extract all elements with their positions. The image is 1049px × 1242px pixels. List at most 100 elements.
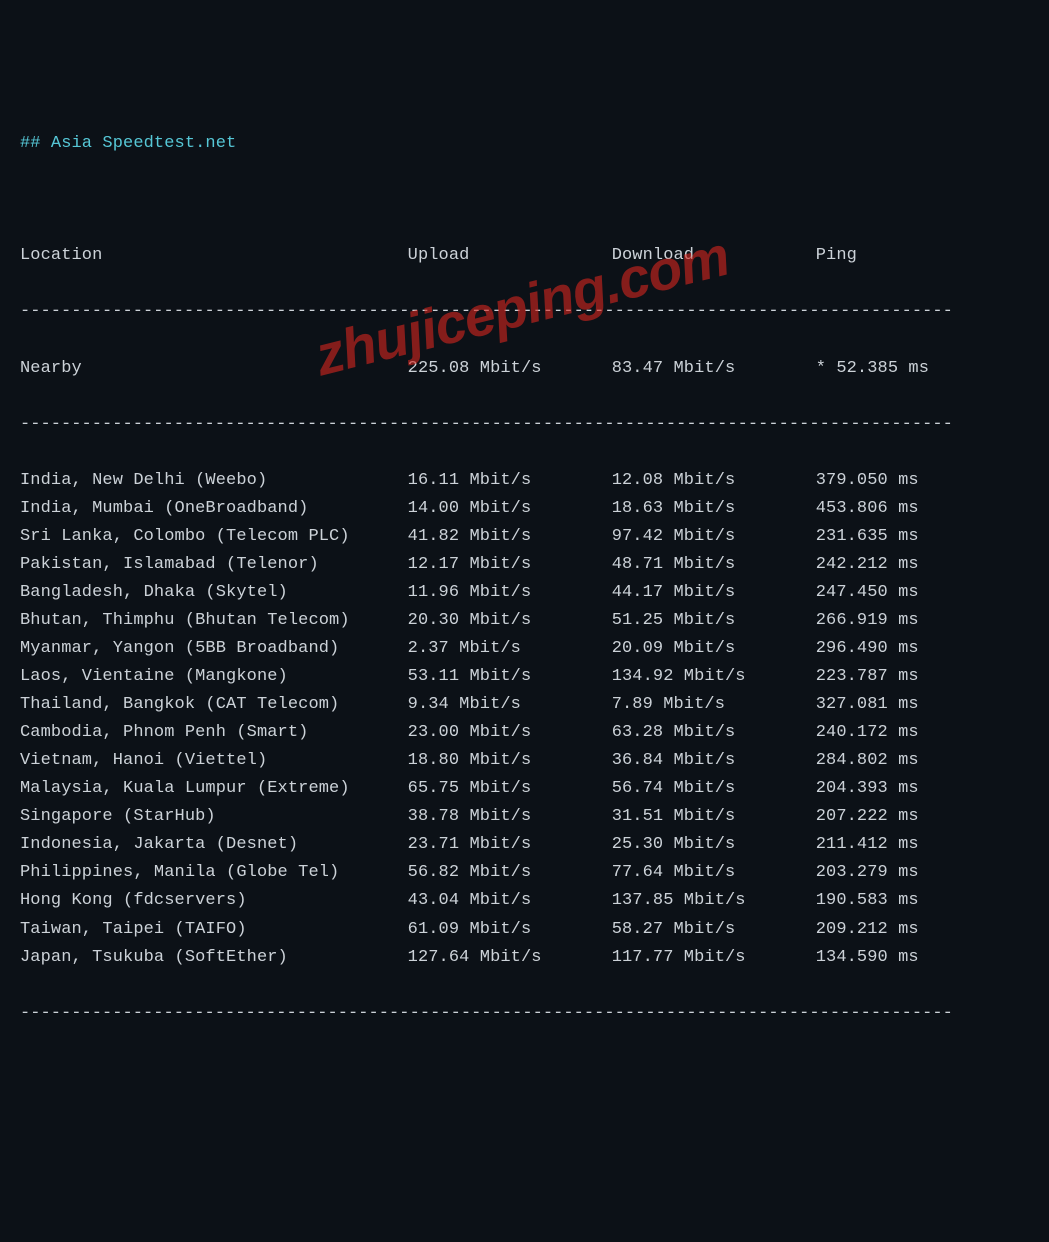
table-row: Malaysia, Kuala Lumpur (Extreme)65.75 Mb… xyxy=(20,775,1029,803)
cell-download: 31.51 Mbit/s xyxy=(612,803,816,831)
cell-download: 51.25 Mbit/s xyxy=(612,607,816,635)
cell-location: Vietnam, Hanoi (Viettel) xyxy=(20,747,408,775)
cell-ping: 223.787 ms xyxy=(816,663,959,691)
cell-download: 134.92 Mbit/s xyxy=(612,663,816,691)
divider: ----------------------------------------… xyxy=(20,1000,1029,1028)
cell-download: 44.17 Mbit/s xyxy=(612,579,816,607)
cell-location: India, New Delhi (Weebo) xyxy=(20,467,408,495)
cell-download: 48.71 Mbit/s xyxy=(612,551,816,579)
cell-download: 25.30 Mbit/s xyxy=(612,831,816,859)
cell-ping: 209.212 ms xyxy=(816,916,959,944)
header-row: LocationUploadDownloadPing xyxy=(20,242,1029,270)
cell-upload: 23.00 Mbit/s xyxy=(408,719,612,747)
cell-download: 18.63 Mbit/s xyxy=(612,495,816,523)
table-row: Japan, Tsukuba (SoftEther)127.64 Mbit/s1… xyxy=(20,944,1029,972)
table-row: Thailand, Bangkok (CAT Telecom)9.34 Mbit… xyxy=(20,691,1029,719)
divider: ----------------------------------------… xyxy=(20,411,1029,439)
cell-download: 56.74 Mbit/s xyxy=(612,775,816,803)
cell-download: 7.89 Mbit/s xyxy=(612,691,816,719)
nearby-download: 83.47 Mbit/s xyxy=(612,355,816,383)
cell-location: Thailand, Bangkok (CAT Telecom) xyxy=(20,691,408,719)
cell-ping: 327.081 ms xyxy=(816,691,959,719)
table-row: Taiwan, Taipei (TAIFO)61.09 Mbit/s58.27 … xyxy=(20,916,1029,944)
title: ## Asia Speedtest.net xyxy=(20,130,1029,158)
cell-upload: 12.17 Mbit/s xyxy=(408,551,612,579)
cell-upload: 16.11 Mbit/s xyxy=(408,467,612,495)
cell-ping: 296.490 ms xyxy=(816,635,959,663)
nearby-location: Nearby xyxy=(20,355,408,383)
cell-upload: 127.64 Mbit/s xyxy=(408,944,612,972)
results-list: India, New Delhi (Weebo)16.11 Mbit/s12.0… xyxy=(20,467,1029,972)
cell-location: Bangladesh, Dhaka (Skytel) xyxy=(20,579,408,607)
table-row: Hong Kong (fdcservers)43.04 Mbit/s137.85… xyxy=(20,887,1029,915)
cell-ping: 134.590 ms xyxy=(816,944,959,972)
cell-upload: 38.78 Mbit/s xyxy=(408,803,612,831)
cell-ping: 242.212 ms xyxy=(816,551,959,579)
cell-download: 77.64 Mbit/s xyxy=(612,859,816,887)
cell-location: Sri Lanka, Colombo (Telecom PLC) xyxy=(20,523,408,551)
cell-ping: 203.279 ms xyxy=(816,859,959,887)
header-download: Download xyxy=(612,242,816,270)
cell-location: Taiwan, Taipei (TAIFO) xyxy=(20,916,408,944)
cell-location: Cambodia, Phnom Penh (Smart) xyxy=(20,719,408,747)
table-row: Bangladesh, Dhaka (Skytel)11.96 Mbit/s44… xyxy=(20,579,1029,607)
cell-location: Myanmar, Yangon (5BB Broadband) xyxy=(20,635,408,663)
cell-upload: 2.37 Mbit/s xyxy=(408,635,612,663)
table-row: Myanmar, Yangon (5BB Broadband)2.37 Mbit… xyxy=(20,635,1029,663)
cell-upload: 65.75 Mbit/s xyxy=(408,775,612,803)
cell-upload: 43.04 Mbit/s xyxy=(408,887,612,915)
cell-ping: 453.806 ms xyxy=(816,495,959,523)
table-row: India, New Delhi (Weebo)16.11 Mbit/s12.0… xyxy=(20,467,1029,495)
cell-location: Philippines, Manila (Globe Tel) xyxy=(20,859,408,887)
nearby-upload: 225.08 Mbit/s xyxy=(408,355,612,383)
table-row: Laos, Vientaine (Mangkone)53.11 Mbit/s13… xyxy=(20,663,1029,691)
table-row: Vietnam, Hanoi (Viettel)18.80 Mbit/s36.8… xyxy=(20,747,1029,775)
table-row: Bhutan, Thimphu (Bhutan Telecom)20.30 Mb… xyxy=(20,607,1029,635)
cell-ping: 379.050 ms xyxy=(816,467,959,495)
table-row: Philippines, Manila (Globe Tel)56.82 Mbi… xyxy=(20,859,1029,887)
cell-location: Singapore (StarHub) xyxy=(20,803,408,831)
cell-ping: 284.802 ms xyxy=(816,747,959,775)
cell-download: 63.28 Mbit/s xyxy=(612,719,816,747)
cell-ping: 240.172 ms xyxy=(816,719,959,747)
cell-download: 97.42 Mbit/s xyxy=(612,523,816,551)
cell-download: 137.85 Mbit/s xyxy=(612,887,816,915)
cell-ping: 231.635 ms xyxy=(816,523,959,551)
cell-download: 36.84 Mbit/s xyxy=(612,747,816,775)
cell-ping: 207.222 ms xyxy=(816,803,959,831)
cell-upload: 9.34 Mbit/s xyxy=(408,691,612,719)
cell-download: 58.27 Mbit/s xyxy=(612,916,816,944)
cell-location: Malaysia, Kuala Lumpur (Extreme) xyxy=(20,775,408,803)
cell-location: Hong Kong (fdcservers) xyxy=(20,887,408,915)
table-row: Sri Lanka, Colombo (Telecom PLC)41.82 Mb… xyxy=(20,523,1029,551)
cell-ping: 190.583 ms xyxy=(816,887,959,915)
cell-upload: 20.30 Mbit/s xyxy=(408,607,612,635)
cell-download: 117.77 Mbit/s xyxy=(612,944,816,972)
cell-upload: 41.82 Mbit/s xyxy=(408,523,612,551)
cell-location: Pakistan, Islamabad (Telenor) xyxy=(20,551,408,579)
nearby-ping: * 52.385 ms xyxy=(816,355,959,383)
header-location: Location xyxy=(20,242,408,270)
table-row: Pakistan, Islamabad (Telenor)12.17 Mbit/… xyxy=(20,551,1029,579)
cell-upload: 53.11 Mbit/s xyxy=(408,663,612,691)
cell-ping: 266.919 ms xyxy=(816,607,959,635)
cell-location: Japan, Tsukuba (SoftEther) xyxy=(20,944,408,972)
cell-upload: 18.80 Mbit/s xyxy=(408,747,612,775)
table-row: Cambodia, Phnom Penh (Smart)23.00 Mbit/s… xyxy=(20,719,1029,747)
cell-download: 20.09 Mbit/s xyxy=(612,635,816,663)
table-row: Singapore (StarHub)38.78 Mbit/s31.51 Mbi… xyxy=(20,803,1029,831)
table-row: India, Mumbai (OneBroadband)14.00 Mbit/s… xyxy=(20,495,1029,523)
table-row: Indonesia, Jakarta (Desnet)23.71 Mbit/s2… xyxy=(20,831,1029,859)
cell-ping: 204.393 ms xyxy=(816,775,959,803)
nearby-row: Nearby225.08 Mbit/s83.47 Mbit/s* 52.385 … xyxy=(20,355,1029,383)
cell-upload: 61.09 Mbit/s xyxy=(408,916,612,944)
cell-location: Indonesia, Jakarta (Desnet) xyxy=(20,831,408,859)
cell-location: India, Mumbai (OneBroadband) xyxy=(20,495,408,523)
cell-location: Laos, Vientaine (Mangkone) xyxy=(20,663,408,691)
cell-upload: 11.96 Mbit/s xyxy=(408,579,612,607)
cell-location: Bhutan, Thimphu (Bhutan Telecom) xyxy=(20,607,408,635)
cell-upload: 56.82 Mbit/s xyxy=(408,859,612,887)
header-upload: Upload xyxy=(408,242,612,270)
header-ping: Ping xyxy=(816,242,959,270)
divider: ----------------------------------------… xyxy=(20,298,1029,326)
